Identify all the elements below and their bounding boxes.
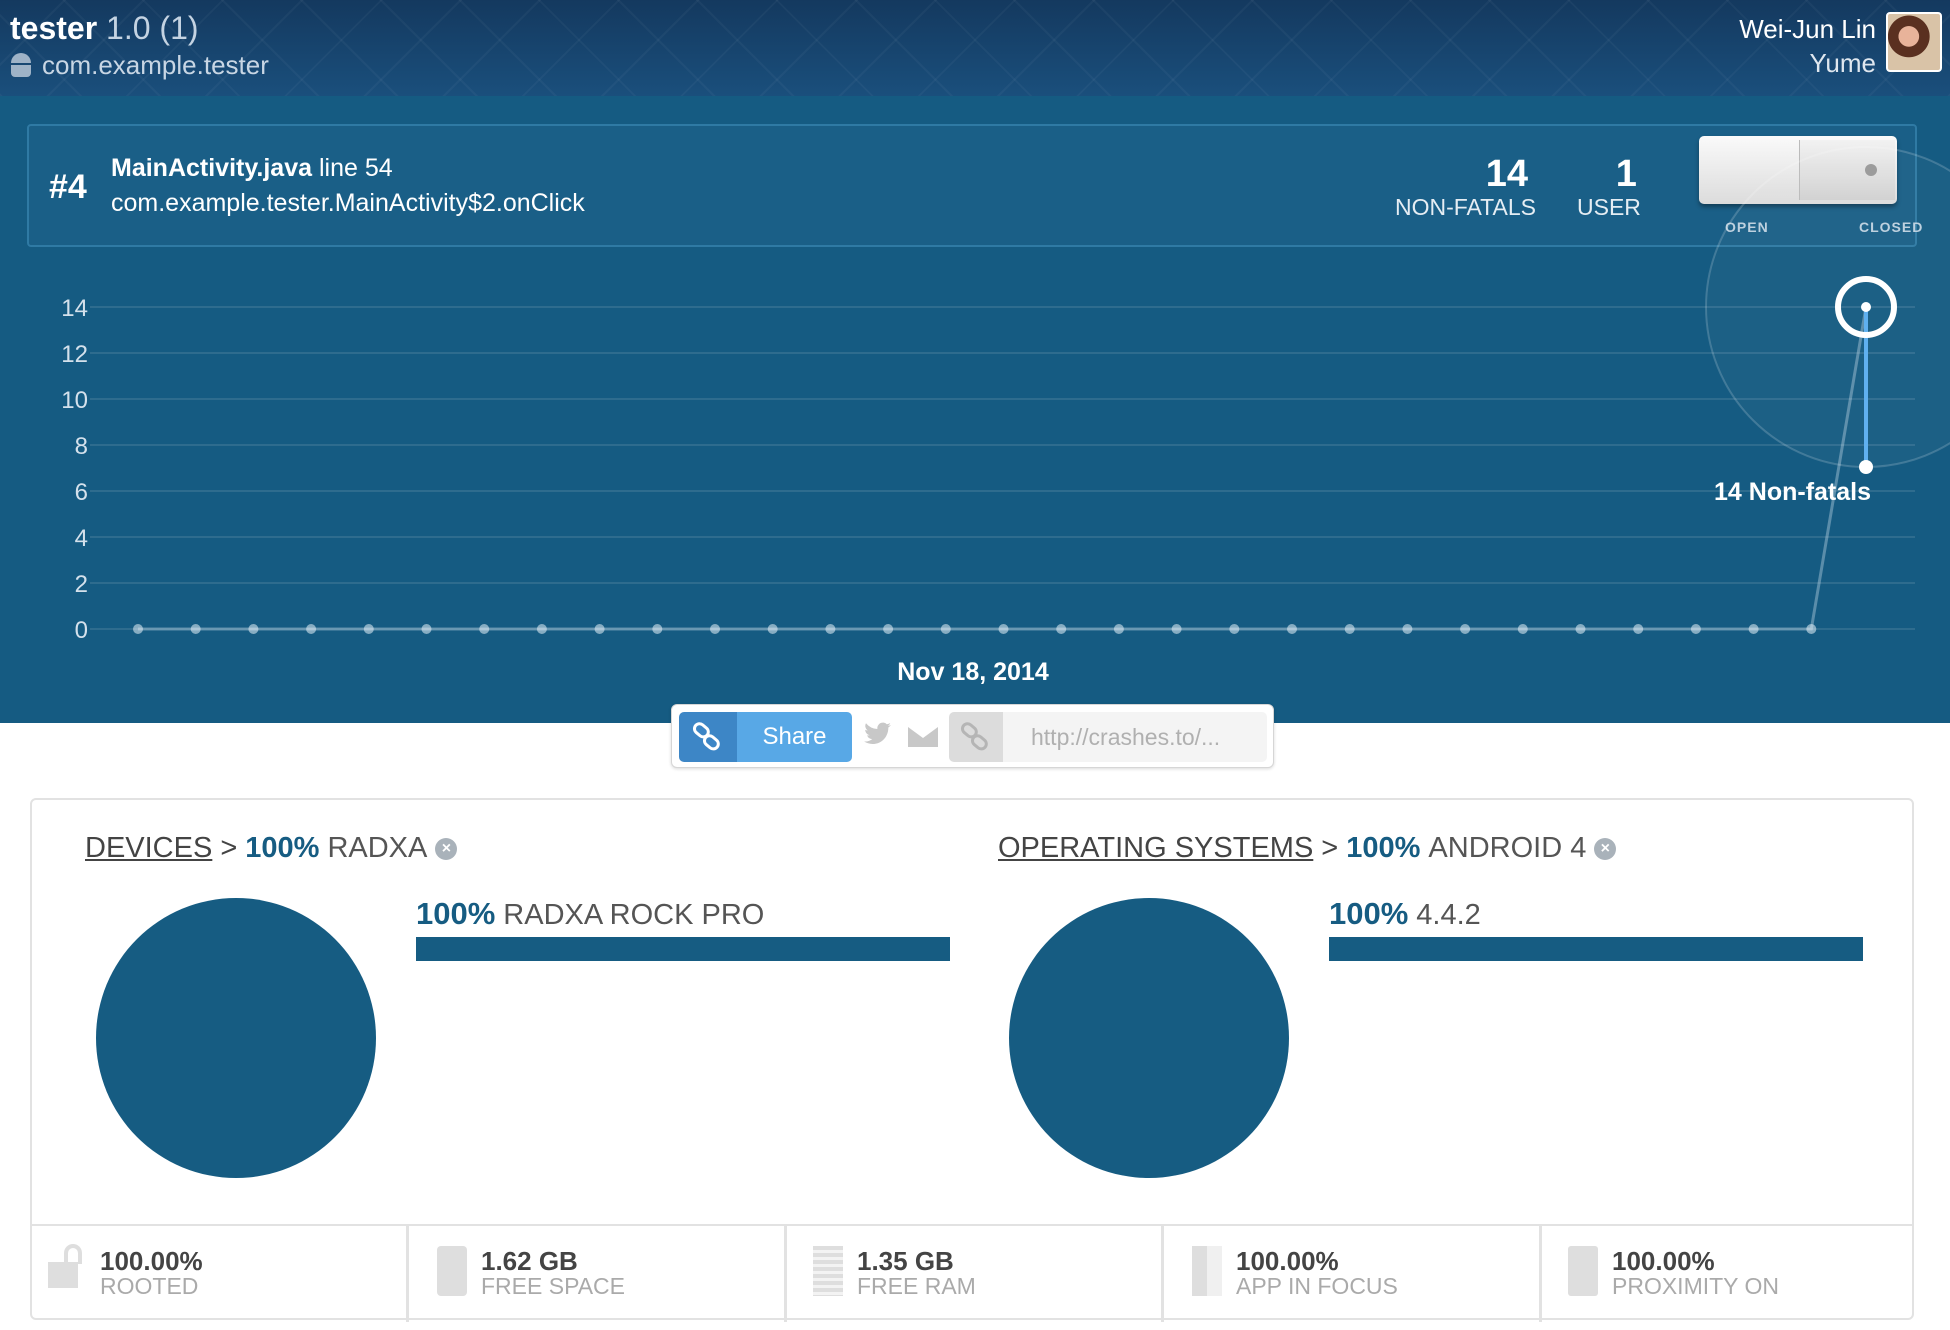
copy-link-button[interactable] — [949, 712, 1003, 762]
stat-proximity-on: 100.00% PROXIMITY ON — [1542, 1226, 1912, 1322]
devices-clear-filter-icon[interactable]: × — [435, 837, 458, 860]
disk-icon — [437, 1246, 467, 1296]
tooltip-anchor — [1859, 460, 1873, 474]
chart-tooltip-label: 14 Non-fatals — [1714, 478, 1871, 506]
data-point — [421, 624, 432, 634]
x-axis-label: Nov 18, 2014 — [897, 658, 1049, 686]
data-point — [1229, 624, 1240, 634]
data-point — [1806, 624, 1817, 634]
proximity-icon — [1568, 1246, 1598, 1296]
breakdown-card: DEVICES > 100% RADXA × 100% RADXA ROCK PR… — [30, 798, 1914, 1322]
data-point — [883, 624, 894, 634]
devices-bar-percent: 100% — [416, 896, 496, 931]
os-filter-value: ANDROID 4 — [1428, 832, 1587, 864]
data-point — [998, 624, 1009, 634]
data-point — [479, 624, 490, 634]
y-tick-label: 8 — [75, 433, 88, 460]
data-point — [363, 624, 374, 634]
stat-free-space: 1.62 GB FREE SPACE — [409, 1226, 787, 1322]
data-point — [190, 624, 201, 634]
data-point — [1344, 624, 1355, 634]
os-filter-percent: 100% — [1346, 832, 1421, 864]
y-tick-label: 4 — [75, 525, 88, 552]
stat-caption: APP IN FOCUS — [1236, 1273, 1398, 1299]
data-point — [825, 624, 836, 634]
email-icon[interactable] — [908, 727, 938, 747]
data-point — [1460, 624, 1471, 634]
os-clear-filter-icon[interactable]: × — [1594, 837, 1617, 860]
devices-bar[interactable] — [416, 937, 950, 961]
devices-filter-percent: 100% — [245, 832, 320, 864]
data-point — [306, 624, 317, 634]
y-tick-label: 14 — [61, 295, 88, 322]
stat-app-in-focus: 100.00% APP IN FOCUS — [1164, 1226, 1542, 1322]
data-point — [536, 624, 547, 634]
os-bar-name: 4.4.2 — [1416, 899, 1481, 931]
stat-caption: PROXIMITY ON — [1612, 1273, 1779, 1299]
data-point — [1402, 624, 1413, 634]
data-point — [652, 624, 663, 634]
os-bar[interactable] — [1329, 937, 1863, 961]
data-point — [940, 624, 951, 634]
stat-caption: FREE SPACE — [481, 1273, 625, 1299]
stat-free-ram: 1.35 GB FREE RAM — [787, 1226, 1164, 1322]
data-point — [1287, 624, 1297, 634]
os-pie-chart[interactable] — [1009, 898, 1289, 1178]
devices-link[interactable]: DEVICES — [85, 832, 212, 865]
highlighted-data-point-center — [1861, 302, 1871, 312]
data-point — [1575, 624, 1586, 634]
share-bar: Share — [671, 704, 1274, 768]
lock-icon — [48, 1262, 78, 1288]
os-bar-percent: 100% — [1329, 896, 1409, 931]
twitter-icon[interactable] — [864, 721, 892, 754]
os-breadcrumb: OPERATING SYSTEMS > 100% ANDROID 4 × — [998, 832, 1617, 865]
devices-filter-value: RADXA — [327, 832, 428, 864]
non-fatals-chart: 0 2 4 6 8 10 12 14 14 Non-fatals Nov 18, 2014 — [61, 146, 1950, 686]
devices-breadcrumb: DEVICES > 100% RADXA × — [85, 832, 458, 865]
data-point — [594, 624, 605, 634]
devices-bar-name: RADXA ROCK PRO — [503, 899, 765, 931]
share-url-input[interactable] — [1003, 712, 1267, 762]
data-point — [1748, 624, 1759, 634]
chain-link-icon — [960, 722, 988, 751]
y-tick-label: 0 — [75, 617, 88, 644]
y-tick-label: 10 — [61, 387, 88, 414]
share-button[interactable]: Share — [737, 712, 852, 762]
os-bar-label: 100% 4.4.2 — [1329, 896, 1481, 932]
y-tick-label: 2 — [75, 571, 88, 598]
data-point — [1056, 624, 1067, 634]
data-point — [1690, 624, 1701, 634]
data-point — [767, 624, 778, 634]
breadcrumb-separator: > — [220, 832, 238, 864]
link-icon — [692, 722, 720, 751]
stat-caption: ROOTED — [100, 1273, 199, 1299]
os-link[interactable]: OPERATING SYSTEMS — [998, 832, 1313, 865]
data-point — [710, 624, 720, 634]
stat-caption: FREE RAM — [857, 1273, 976, 1299]
series-line — [138, 306, 1868, 631]
hover-halo — [1705, 146, 1950, 468]
focus-icon — [1192, 1246, 1222, 1296]
data-point — [1517, 624, 1528, 634]
breadcrumb-separator: > — [1321, 832, 1339, 864]
y-tick-label: 12 — [61, 341, 88, 368]
data-point — [1113, 624, 1124, 634]
y-tick-label: 6 — [75, 479, 88, 506]
data-point — [133, 624, 143, 634]
share-link-button[interactable] — [679, 712, 737, 762]
data-point — [248, 624, 259, 634]
device-stats-row: 100.00% ROOTED 1.62 GB FREE SPACE 1.35 G… — [32, 1224, 1912, 1322]
devices-bar-label: 100% RADXA ROCK PRO — [416, 896, 764, 932]
stat-rooted: 100.00% ROOTED — [32, 1226, 409, 1322]
lock-shackle-icon — [64, 1244, 82, 1264]
devices-pie-chart[interactable] — [96, 898, 376, 1178]
data-point — [1633, 624, 1644, 634]
ram-icon — [813, 1246, 843, 1296]
data-point — [1171, 624, 1182, 634]
